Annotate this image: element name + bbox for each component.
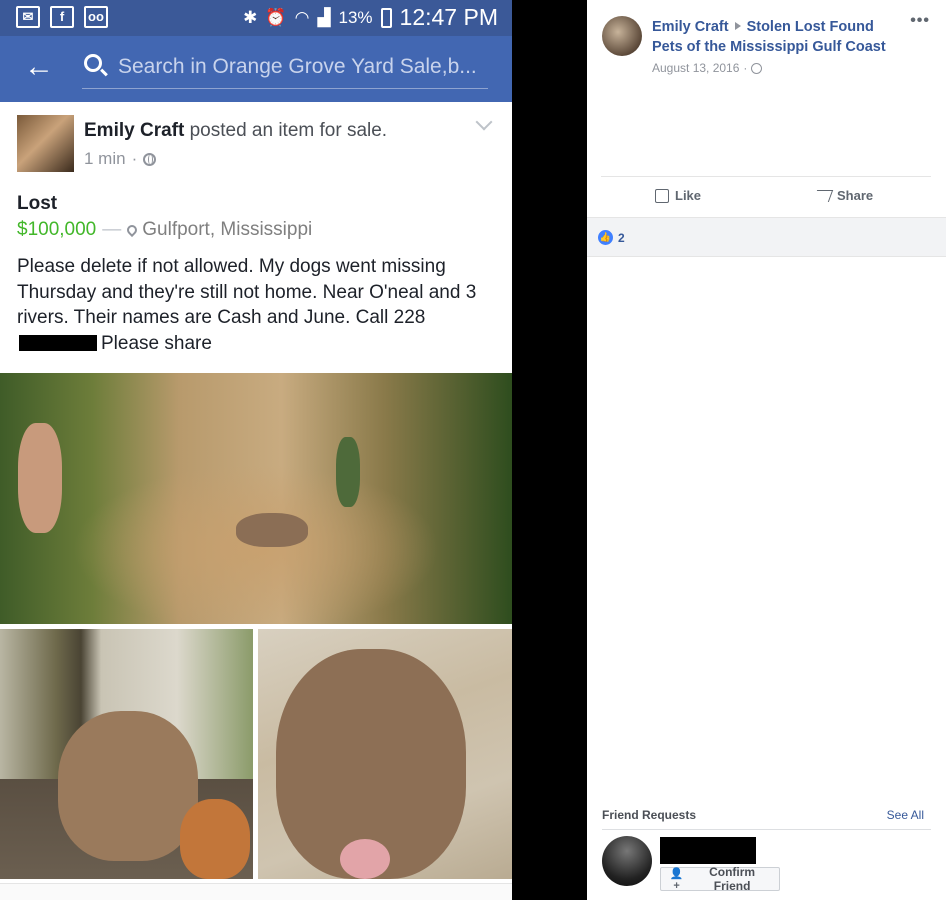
desktop-screenshot: Emily Craft Stolen Lost Found Pets of the… [587, 0, 946, 900]
author-avatar[interactable] [602, 16, 642, 56]
post-text: Please delete if not allowed. My dogs we… [17, 256, 477, 328]
wifi-icon: ◠ [294, 7, 310, 27]
like-reaction-icon[interactable]: 👍 [598, 230, 613, 245]
status-bar: ✉ f oo ✱ ⏰ ◠ ▟ 13% 12:47 PM [0, 0, 512, 36]
price-separator: — [102, 219, 122, 240]
post-header: Emily Craft Stolen Lost Found Pets of the… [652, 17, 902, 57]
mail-icon: ✉ [16, 6, 40, 28]
like-label: Like [675, 188, 702, 203]
meta-separator: · [743, 61, 748, 75]
bluetooth-icon: ✱ [243, 7, 258, 27]
dog-figure [58, 711, 198, 861]
share-label: Share [837, 188, 874, 203]
add-friend-icon: 👤+ [669, 867, 684, 892]
more-options-icon[interactable]: ••• [910, 12, 930, 30]
photo-dog-on-deck[interactable] [0, 629, 253, 879]
author-avatar[interactable] [17, 115, 74, 172]
dog-figure [236, 513, 308, 547]
chevron-down-icon[interactable] [475, 113, 493, 131]
globe-icon [751, 62, 763, 74]
friend-requests-title: Friend Requests [602, 808, 697, 822]
share-button[interactable]: Share [812, 188, 874, 203]
author-name[interactable]: Emily Craft [84, 120, 184, 141]
meta-separator: · [131, 149, 138, 168]
author-name[interactable]: Emily Craft [652, 19, 729, 35]
dog-nose [340, 839, 390, 879]
item-title: Lost [17, 193, 58, 214]
reactions-bar: 👍 2 [587, 217, 946, 257]
battery-icon [380, 7, 392, 28]
divider [602, 829, 931, 830]
search-icon [84, 54, 102, 72]
post-time[interactable]: 1 min [84, 149, 126, 169]
redacted-phone-number [19, 335, 97, 352]
post-action-text: posted an item for sale. [189, 120, 388, 141]
price-line: $100,000 — Gulfport, Mississippi [17, 219, 312, 241]
arrow-right-icon [734, 22, 741, 30]
signal-icon: ▟ [317, 7, 331, 27]
post-date-line: August 13, 2016 · [652, 61, 763, 75]
dog-figure [180, 799, 250, 879]
friend-avatar[interactable] [602, 836, 652, 886]
post-body: Please delete if not allowed. My dogs we… [17, 254, 502, 356]
like-button[interactable]: Like [655, 188, 701, 203]
confirm-friend-label: Confirm Friend [709, 865, 756, 893]
back-arrow-icon[interactable]: ← [24, 52, 54, 82]
next-photo-strip [0, 883, 512, 900]
photo-dog-closeup[interactable] [258, 629, 512, 879]
post-text-end: Please share [101, 332, 212, 354]
search-input[interactable] [118, 52, 486, 82]
globe-icon [143, 152, 157, 166]
sale-post: Emily Craft posted an item for sale. 1 m… [0, 102, 512, 900]
confirm-friend-button[interactable]: 👤+ Confirm Friend [660, 865, 780, 893]
search-header: ← [0, 36, 512, 102]
voicemail-icon: oo [84, 6, 108, 28]
post-actions: Like Share [601, 176, 931, 218]
divider-bar [512, 0, 587, 900]
mobile-screenshot: ✉ f oo ✱ ⏰ ◠ ▟ 13% 12:47 PM ← Emily Craf… [0, 0, 512, 900]
alarm-icon: ⏰ [265, 7, 287, 27]
item-location: Gulfport, Mississippi [142, 219, 313, 240]
post-author-line: Emily Craft posted an item for sale. [84, 120, 387, 142]
location-pin-icon [125, 222, 140, 238]
share-icon [812, 189, 834, 202]
battery-percent: 13% [338, 7, 373, 27]
post-date[interactable]: August 13, 2016 [652, 61, 739, 75]
like-icon [655, 188, 669, 203]
photo-kids-and-dog-in-creek[interactable] [0, 373, 512, 624]
status-time: 12:47 PM [399, 4, 498, 30]
child-figure [336, 437, 360, 507]
post-meta: 1 min · [84, 149, 157, 169]
search-box[interactable] [82, 48, 488, 89]
facebook-icon: f [50, 6, 74, 28]
see-all-link[interactable]: See All [887, 808, 924, 822]
child-figure [18, 423, 62, 533]
redacted-friend-name [660, 837, 756, 864]
item-price: $100,000 [17, 219, 97, 240]
reaction-count[interactable]: 2 [618, 231, 625, 245]
